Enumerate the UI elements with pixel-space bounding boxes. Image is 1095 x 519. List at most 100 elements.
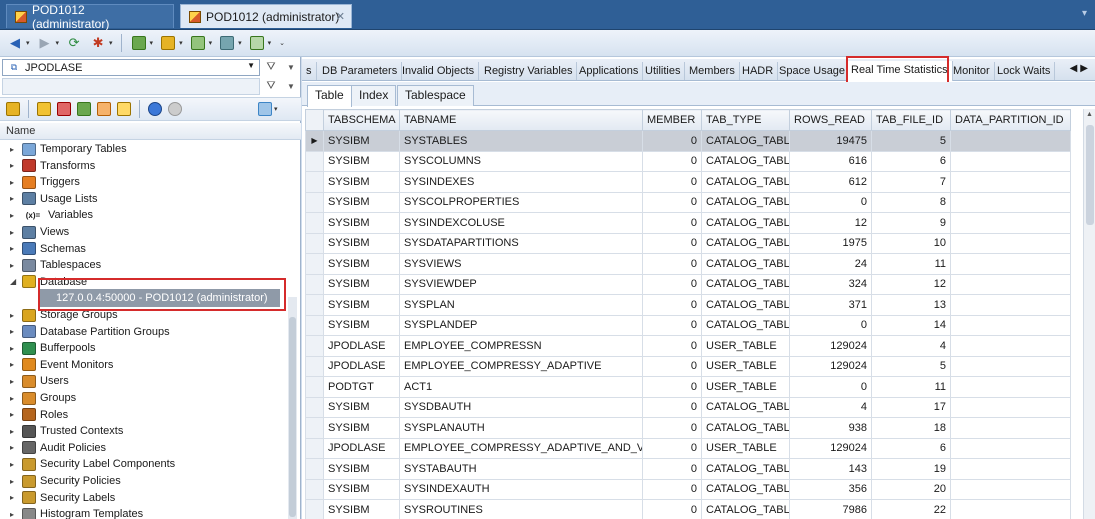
table-tool-icon[interactable] xyxy=(130,34,148,52)
row-indicator[interactable] xyxy=(305,294,324,316)
column-header-rows-read[interactable]: ROWS_READ xyxy=(789,109,872,131)
grid-scrollbar-thumb[interactable] xyxy=(1086,125,1094,225)
row-indicator[interactable] xyxy=(305,355,324,377)
cell-tab-type[interactable]: CATALOG_TABLE xyxy=(701,212,790,234)
tab-db-parameters[interactable]: DB Parameters xyxy=(318,62,403,80)
document-tab-2[interactable]: POD1012 (administrator) ✕ xyxy=(180,4,352,28)
cell-tab-file-id[interactable]: 5 xyxy=(871,355,951,377)
open-icon[interactable] xyxy=(6,102,20,116)
tab-registry-variables[interactable]: Registry Variables xyxy=(480,62,578,80)
globe-icon[interactable] xyxy=(148,102,162,116)
table-row[interactable]: SYSIBM SYSPLANDEP 0 CATALOG_TABLE 0 14 xyxy=(305,314,1071,336)
cell-tabschema[interactable]: SYSIBM xyxy=(323,232,400,254)
tab-applications[interactable]: Applications xyxy=(575,62,644,80)
cell-tabname[interactable]: SYSVIEWS xyxy=(399,253,643,275)
cell-member[interactable]: 0 xyxy=(642,355,702,377)
view-options-icon[interactable] xyxy=(258,102,272,116)
cell-tab-file-id[interactable]: 9 xyxy=(871,212,951,234)
cell-data-partition-id[interactable] xyxy=(950,396,1071,418)
cell-tab-type[interactable]: CATALOG_TABLE xyxy=(701,191,790,213)
tree-node-tablespaces[interactable]: ▸ Tablespaces xyxy=(10,257,101,273)
cell-member[interactable]: 0 xyxy=(642,150,702,172)
cell-tabname[interactable]: SYSROUTINES xyxy=(399,499,643,519)
cell-tabschema[interactable]: SYSIBM xyxy=(323,130,400,152)
tree-node-roles[interactable]: ▸ Roles xyxy=(10,407,68,423)
collapsed-arrow-icon[interactable]: ▸ xyxy=(10,394,18,403)
subtab-index[interactable]: Index xyxy=(351,85,397,106)
collapsed-arrow-icon[interactable]: ▸ xyxy=(10,161,18,170)
table-row[interactable]: SYSIBM SYSVIEWDEP 0 CATALOG_TABLE 324 12 xyxy=(305,273,1071,295)
table-tool-dropdown-icon[interactable]: ▾ xyxy=(150,39,154,47)
schema-tool-dropdown-icon[interactable]: ▾ xyxy=(179,39,183,47)
row-indicator[interactable] xyxy=(305,191,324,213)
table-row[interactable]: SYSIBM SYSROUTINES 0 CATALOG_TABLE 7986 22 xyxy=(305,499,1071,519)
row-indicator[interactable] xyxy=(305,499,324,519)
tree-node-users[interactable]: ▸ Users xyxy=(10,373,69,389)
cell-rows-read[interactable]: 4 xyxy=(789,396,872,418)
cell-member[interactable]: 0 xyxy=(642,253,702,275)
query-tool-icon[interactable] xyxy=(189,34,207,52)
tree-node-database-partition-groups[interactable]: ▸ Database Partition Groups xyxy=(10,324,170,340)
tree-node-bufferpools[interactable]: ▸ Bufferpools xyxy=(10,340,95,356)
cell-data-partition-id[interactable] xyxy=(950,273,1071,295)
row-indicator[interactable] xyxy=(305,171,324,193)
cell-tabschema[interactable]: SYSIBM xyxy=(323,314,400,336)
table-row[interactable]: JPODLASE EMPLOYEE_COMPRESSY_ADAPTIVE_AND_… xyxy=(305,437,1071,459)
tree-node-variables[interactable]: ▸ (x)= Variables xyxy=(10,207,93,223)
cell-tabschema[interactable]: SYSIBM xyxy=(323,171,400,193)
back-dropdown-icon[interactable]: ▾ xyxy=(26,39,30,47)
collapsed-arrow-icon[interactable]: ▸ xyxy=(10,410,18,419)
cell-data-partition-id[interactable] xyxy=(950,191,1071,213)
cell-tab-type[interactable]: USER_TABLE xyxy=(701,355,790,377)
cell-tab-file-id[interactable]: 5 xyxy=(871,130,951,152)
tree-node-groups[interactable]: ▸ Groups xyxy=(10,390,76,406)
cell-member[interactable]: 0 xyxy=(642,396,702,418)
cell-rows-read[interactable]: 0 xyxy=(789,314,872,336)
collapsed-arrow-icon[interactable]: ▸ xyxy=(10,510,18,519)
collapsed-arrow-icon[interactable]: ▸ xyxy=(10,261,18,270)
navigator-scrollbar-thumb[interactable] xyxy=(289,317,296,517)
table-row[interactable]: JPODLASE EMPLOYEE_COMPRESSN 0 USER_TABLE 129… xyxy=(305,335,1071,357)
cell-member[interactable]: 0 xyxy=(642,376,702,398)
filter-dropdown-icon[interactable]: ▼ xyxy=(282,78,300,95)
cell-data-partition-id[interactable] xyxy=(950,130,1071,152)
tree-node-temporary-tables[interactable]: ▸ Temporary Tables xyxy=(10,141,127,157)
cell-tabname[interactable]: SYSPLANDEP xyxy=(399,314,643,336)
tab-s[interactable]: s xyxy=(302,62,317,80)
cell-tabschema[interactable]: SYSIBM xyxy=(323,212,400,234)
chevron-down-icon[interactable]: ▼ xyxy=(247,61,255,70)
subtab-tablespace[interactable]: Tablespace xyxy=(397,85,474,106)
cell-tabname[interactable]: SYSINDEXES xyxy=(399,171,643,193)
tab-monitor[interactable]: Monitor xyxy=(949,62,995,80)
collapsed-arrow-icon[interactable]: ▸ xyxy=(10,493,18,502)
cell-tabschema[interactable]: SYSIBM xyxy=(323,478,400,500)
scroll-up-icon[interactable]: ▲ xyxy=(1086,111,1093,118)
tab-lock-waits[interactable]: Lock Waits xyxy=(993,62,1056,80)
collapsed-arrow-icon[interactable]: ▸ xyxy=(10,311,18,320)
cell-tabname[interactable]: SYSINDEXAUTH xyxy=(399,478,643,500)
collapsed-arrow-icon[interactable]: ▸ xyxy=(10,244,18,253)
cell-tab-file-id[interactable]: 13 xyxy=(871,294,951,316)
tree-node-triggers[interactable]: ▸ Triggers xyxy=(10,174,80,190)
column-header-data-partition-id[interactable]: DATA_PARTITION_ID xyxy=(950,109,1071,131)
cell-tabschema[interactable]: SYSIBM xyxy=(323,150,400,172)
table-row[interactable]: JPODLASE EMPLOYEE_COMPRESSY_ADAPTIVE 0 USER… xyxy=(305,355,1071,377)
tab-list-chevron-icon[interactable]: ▾ xyxy=(1082,8,1087,19)
cell-member[interactable]: 0 xyxy=(642,335,702,357)
cell-tab-type[interactable]: CATALOG_TABLE xyxy=(701,314,790,336)
row-indicator[interactable] xyxy=(305,458,324,480)
tab-utilities[interactable]: Utilities xyxy=(641,62,686,80)
subtab-table[interactable]: Table xyxy=(307,85,352,107)
collapsed-arrow-icon[interactable]: ▸ xyxy=(10,145,18,154)
cell-data-partition-id[interactable] xyxy=(950,499,1071,519)
cell-data-partition-id[interactable] xyxy=(950,232,1071,254)
cell-tab-file-id[interactable]: 11 xyxy=(871,253,951,275)
collapsed-arrow-icon[interactable]: ▸ xyxy=(10,477,18,486)
cell-rows-read[interactable]: 129024 xyxy=(789,335,872,357)
cell-tab-file-id[interactable]: 20 xyxy=(871,478,951,500)
navigator-scrollbar[interactable] xyxy=(288,297,297,519)
table-row[interactable]: SYSIBM SYSPLANAUTH 0 CATALOG_TABLE 938 18 xyxy=(305,417,1071,439)
row-indicator[interactable] xyxy=(305,396,324,418)
cell-tabschema[interactable]: SYSIBM xyxy=(323,458,400,480)
expanded-arrow-icon[interactable]: ◢ xyxy=(10,277,18,286)
